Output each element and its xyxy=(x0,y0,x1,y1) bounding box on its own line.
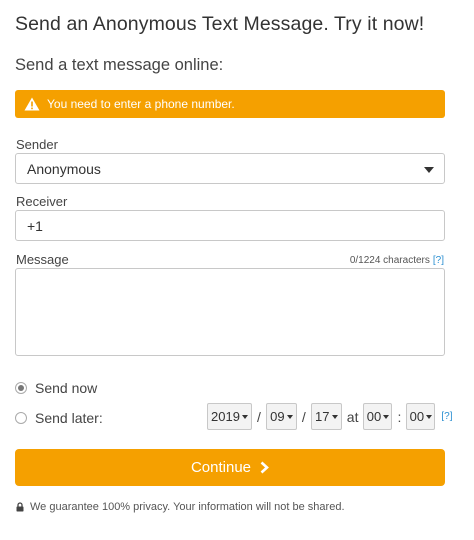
privacy-text: We guarantee 100% privacy. Your informat… xyxy=(30,501,345,513)
send-later-radio[interactable] xyxy=(15,412,27,424)
month-select[interactable]: 09 xyxy=(265,403,297,430)
caret-down-icon xyxy=(241,414,248,419)
send-later-label: Send later: xyxy=(35,410,103,426)
sender-select[interactable]: Anonymous xyxy=(15,153,445,184)
page-title: Send an Anonymous Text Message. Try it n… xyxy=(15,13,425,35)
minute-select[interactable]: 00 xyxy=(406,403,436,430)
date-separator: / xyxy=(257,408,261,425)
date-separator: / xyxy=(301,408,306,425)
page-subtitle: Send a text message online: xyxy=(15,56,224,74)
month-value: 09 xyxy=(270,409,285,424)
counter-text: 0/1224 characters xyxy=(349,255,430,266)
warning-icon xyxy=(24,97,40,111)
sender-label: Sender xyxy=(16,137,58,152)
day-value: 17 xyxy=(315,409,330,424)
time-separator: : xyxy=(397,408,402,425)
alert-text: You need to enter a phone number. xyxy=(47,97,235,111)
year-value: 2019 xyxy=(211,409,240,424)
caret-down-icon xyxy=(383,414,390,419)
caret-down-icon xyxy=(286,414,293,419)
schedule-help-link[interactable]: [?] xyxy=(441,411,452,422)
day-select[interactable]: 17 xyxy=(310,403,342,430)
message-label: Message xyxy=(16,252,69,267)
send-later-option[interactable]: Send later: xyxy=(15,410,103,426)
hour-value: 00 xyxy=(366,409,382,424)
sender-value: Anonymous xyxy=(27,160,101,177)
message-help-link[interactable]: [?] xyxy=(433,255,444,266)
caret-down-icon xyxy=(426,414,433,419)
at-label: at xyxy=(346,408,359,425)
send-now-label: Send now xyxy=(35,380,98,396)
lock-icon xyxy=(16,502,24,512)
error-alert: You need to enter a phone number. xyxy=(15,90,445,118)
receiver-value: +1 xyxy=(27,217,43,234)
character-counter: 0/1224 characters [?] xyxy=(350,255,444,266)
minute-value: 00 xyxy=(409,409,425,424)
receiver-input[interactable]: +1 xyxy=(15,210,445,241)
chevron-right-icon xyxy=(260,461,269,474)
receiver-label: Receiver xyxy=(16,194,68,209)
continue-label: Continue xyxy=(190,459,252,476)
send-now-radio[interactable] xyxy=(15,382,27,394)
year-select[interactable]: 2019 xyxy=(207,403,252,430)
message-textarea[interactable] xyxy=(15,268,445,356)
continue-button[interactable]: Continue xyxy=(15,449,445,486)
send-now-option[interactable]: Send now xyxy=(15,380,97,396)
hour-select[interactable]: 00 xyxy=(363,403,393,430)
schedule-datetime: 2019 / 09 / 17 at 00 : 00 [?] xyxy=(207,403,452,430)
caret-down-icon xyxy=(331,414,338,419)
privacy-note: We guarantee 100% privacy. Your informat… xyxy=(16,501,345,513)
caret-down-icon xyxy=(424,167,434,173)
